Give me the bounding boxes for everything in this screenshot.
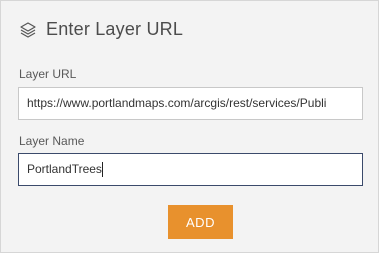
- text-caret: [101, 162, 103, 178]
- layer-url-label: Layer URL: [19, 67, 77, 81]
- layer-name-label: Layer Name: [19, 134, 85, 148]
- layer-name-value: PortlandTrees: [27, 162, 102, 176]
- add-button[interactable]: ADD: [168, 205, 233, 239]
- layers-icon: [19, 21, 37, 39]
- panel-header: Enter Layer URL: [19, 19, 183, 40]
- panel-title: Enter Layer URL: [46, 19, 184, 39]
- layer-name-input[interactable]: PortlandTrees: [18, 153, 363, 186]
- add-layer-panel: Enter Layer URL Layer URL https://www.po…: [0, 0, 379, 253]
- layer-url-value: https://www.portlandmaps.com/arcgis/rest…: [27, 96, 327, 110]
- layer-url-input[interactable]: https://www.portlandmaps.com/arcgis/rest…: [18, 87, 363, 120]
